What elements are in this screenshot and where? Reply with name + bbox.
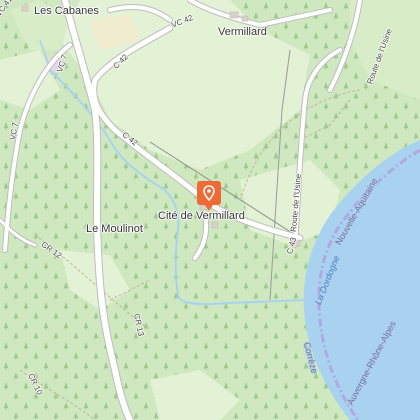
place-label-le-moulinot[interactable]: Le Moulinot [86,224,143,235]
place-label-les-cabanes[interactable]: Les Cabanes [34,6,99,17]
place-label-vermillard[interactable]: Vermillard [218,27,267,38]
location-pin-icon [203,185,215,202]
map-canvas[interactable]: Les Cabanes Vermillard Cité de Vermillar… [0,0,420,420]
place-label-cite-de-vermillard[interactable]: Cité de Vermillard [158,211,245,222]
location-marker[interactable] [197,181,221,211]
